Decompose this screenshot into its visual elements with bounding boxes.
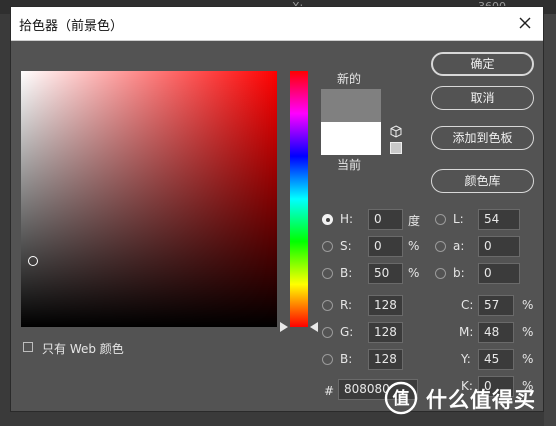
current-color-label: 当前	[337, 158, 362, 172]
ok-button[interactable]: 确定	[431, 52, 534, 76]
lab-b-radio[interactable]	[435, 268, 446, 279]
yellow-unit: %	[522, 352, 534, 366]
hue-radio[interactable]	[322, 214, 333, 225]
brightness-unit: %	[408, 266, 420, 280]
saturation-unit: %	[408, 239, 420, 253]
hue-field[interactable]: 0	[368, 209, 403, 230]
lab-b-label: b:	[453, 266, 465, 280]
saturation-field[interactable]: 0	[368, 236, 403, 257]
hue-label: H:	[340, 212, 354, 226]
brightness-radio[interactable]	[322, 268, 333, 279]
lab-a-field[interactable]: 0	[478, 236, 520, 257]
close-icon[interactable]	[515, 13, 535, 33]
saturation-brightness-field[interactable]	[21, 71, 277, 327]
red-label: R:	[340, 298, 353, 312]
color-picker-dialog: 拾色器（前景色） 新的 当前 确定 取消 添加到色板 颜色库 H: 0 度 S:…	[10, 6, 544, 412]
svg-text:值: 值	[393, 388, 410, 409]
magenta-unit: %	[522, 325, 534, 339]
lab-l-field[interactable]: 54	[478, 209, 520, 230]
cancel-button[interactable]: 取消	[431, 86, 534, 110]
yellow-label: Y:	[461, 352, 471, 366]
saturation-label: S:	[340, 239, 352, 253]
web-colors-only-label: 只有 Web 颜色	[42, 342, 124, 356]
hex-label: #	[324, 384, 335, 398]
color-libraries-button[interactable]: 颜色库	[431, 169, 534, 193]
color-field-cursor[interactable]	[28, 256, 38, 266]
hue-slider[interactable]	[290, 71, 308, 327]
hue-slider-left-handle[interactable]	[280, 322, 288, 332]
lab-a-radio[interactable]	[435, 241, 446, 252]
green-radio[interactable]	[322, 327, 333, 338]
saturation-radio[interactable]	[322, 241, 333, 252]
new-color-label: 新的	[337, 72, 362, 86]
cyan-field[interactable]: 57	[478, 295, 514, 316]
add-to-swatches-button[interactable]: 添加到色板	[431, 126, 534, 150]
magenta-label: M:	[459, 325, 474, 339]
current-color-swatch[interactable]	[321, 122, 381, 155]
lab-a-label: a:	[453, 239, 465, 253]
out-of-gamut-cube-icon[interactable]	[390, 125, 402, 138]
blue-label: B:	[340, 352, 353, 366]
title-bar: 拾色器（前景色）	[11, 7, 543, 41]
blue-radio[interactable]	[322, 354, 333, 365]
brightness-field[interactable]: 50	[368, 263, 403, 284]
new-color-swatch	[321, 89, 381, 122]
blue-field[interactable]: 128	[368, 349, 403, 370]
lab-b-field[interactable]: 0	[478, 263, 520, 284]
cyan-unit: %	[522, 298, 534, 312]
magenta-field[interactable]: 48	[478, 322, 514, 343]
red-radio[interactable]	[322, 300, 333, 311]
hue-unit: 度	[408, 214, 421, 228]
red-field[interactable]: 128	[368, 295, 403, 316]
yellow-field[interactable]: 45	[478, 349, 514, 370]
hue-slider-right-handle[interactable]	[310, 322, 318, 332]
dialog-title: 拾色器（前景色）	[19, 19, 124, 34]
cyan-label: C:	[461, 298, 474, 312]
background-panel-edge	[544, 14, 556, 426]
lab-l-label: L:	[453, 212, 464, 226]
green-field[interactable]: 128	[368, 322, 403, 343]
lab-l-radio[interactable]	[435, 214, 446, 225]
web-safe-color-swatch[interactable]	[390, 142, 402, 154]
brightness-label: B:	[340, 266, 353, 280]
web-colors-only-checkbox[interactable]	[23, 342, 33, 352]
watermark-text: 什么值得买	[426, 388, 536, 412]
green-label: G:	[340, 325, 354, 339]
